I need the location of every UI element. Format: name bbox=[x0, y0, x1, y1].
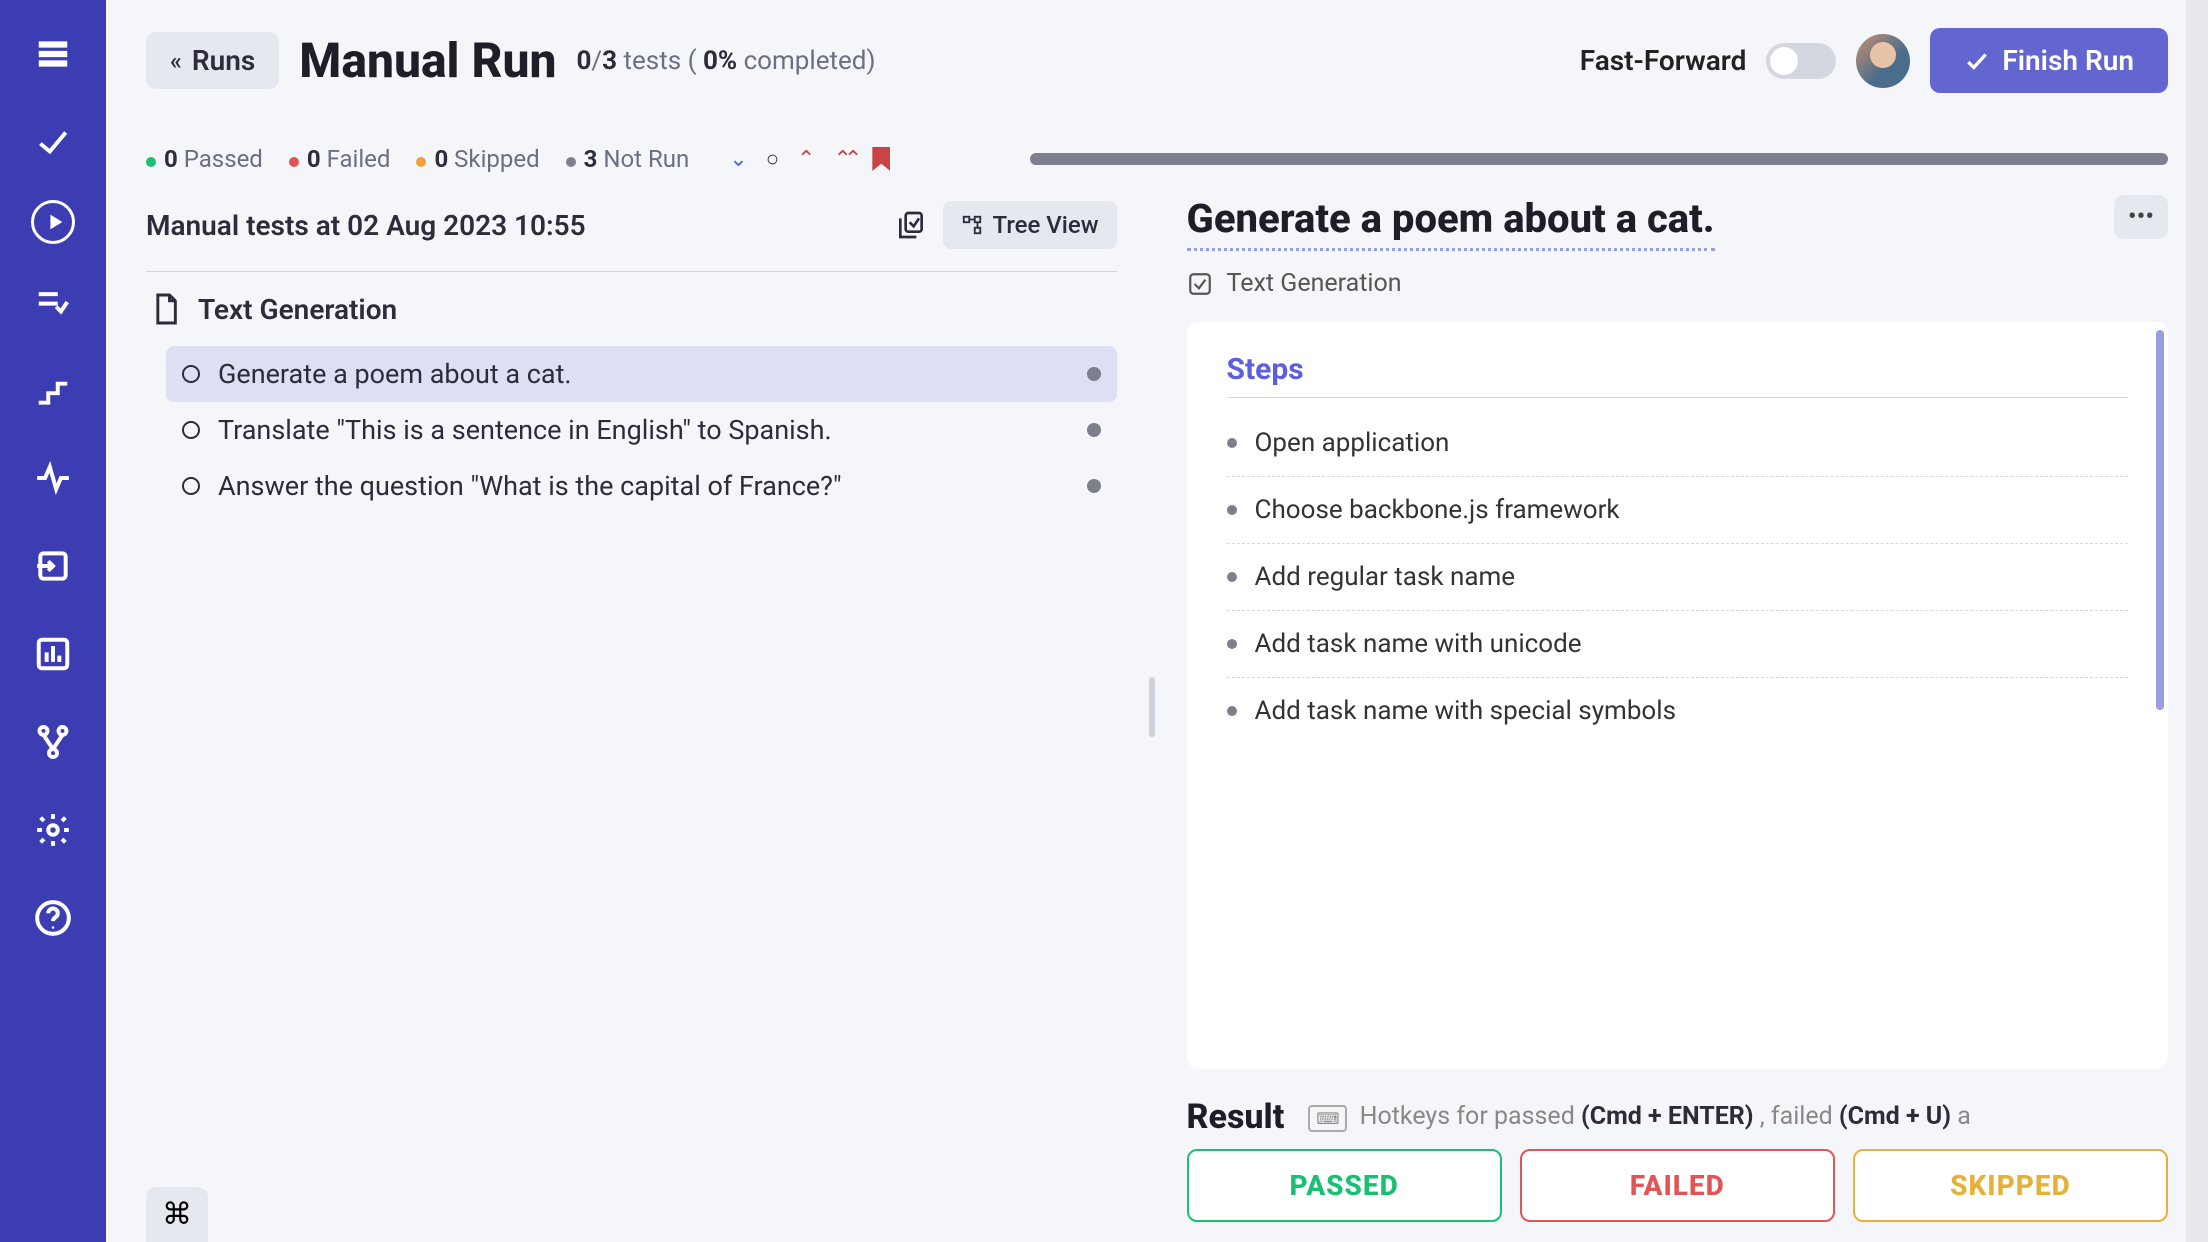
play-icon[interactable] bbox=[31, 200, 75, 244]
double-chevron-up-icon[interactable]: ⌃⌃ bbox=[833, 147, 854, 172]
test-item[interactable]: Answer the question "What is the capital… bbox=[166, 458, 1117, 514]
checkbox-icon bbox=[1187, 271, 1213, 297]
status-circle-icon bbox=[182, 365, 200, 383]
gear-icon[interactable] bbox=[23, 800, 83, 860]
content: Manual tests at 02 Aug 2023 10:55 Tree V… bbox=[106, 191, 2208, 1242]
menu-icon[interactable] bbox=[23, 24, 83, 84]
step-item[interactable]: Add task name with unicode bbox=[1227, 611, 2128, 678]
topbar: « Runs Manual Run 0/3 tests ( 0% complet… bbox=[106, 0, 2208, 111]
card-scrollbar[interactable] bbox=[2156, 330, 2164, 710]
test-item[interactable]: Translate "This is a sentence in English… bbox=[166, 402, 1117, 458]
step-item[interactable]: Open application bbox=[1227, 410, 2128, 477]
step-item[interactable]: Choose backbone.js framework bbox=[1227, 477, 2128, 544]
left-pane: Manual tests at 02 Aug 2023 10:55 Tree V… bbox=[146, 191, 1117, 1222]
result-buttons: PASSED FAILED SKIPPED bbox=[1187, 1149, 2168, 1222]
nav-icons: ⌄ ○ ⌃ ⌃⌃ bbox=[729, 146, 890, 172]
step-item[interactable]: Add regular task name bbox=[1227, 544, 2128, 611]
check-icon bbox=[1964, 48, 1990, 74]
test-label: Translate "This is a sentence in English… bbox=[218, 414, 832, 446]
status-circle-icon bbox=[182, 477, 200, 495]
run-title: Manual tests at 02 Aug 2023 10:55 bbox=[146, 209, 586, 242]
circle-icon[interactable]: ○ bbox=[766, 146, 779, 172]
test-count: 0/3 tests ( 0% completed) bbox=[576, 46, 875, 76]
step-item[interactable]: Add task name with special symbols bbox=[1227, 678, 2128, 744]
status-circle-icon bbox=[182, 421, 200, 439]
test-item[interactable]: Generate a poem about a cat. bbox=[166, 346, 1117, 402]
pane-resize-handle[interactable] bbox=[1147, 191, 1157, 1222]
bookmark-icon[interactable] bbox=[872, 147, 890, 171]
stats-bar: 0 Passed 0 Failed 0 Skipped 3 Not Run ⌄ … bbox=[106, 111, 2208, 191]
copy-icon[interactable] bbox=[895, 209, 927, 241]
status-dot-icon bbox=[1087, 479, 1101, 493]
help-icon[interactable] bbox=[23, 888, 83, 948]
detail-title[interactable]: Generate a poem about a cat. bbox=[1187, 195, 1715, 251]
tree-view-button[interactable]: Tree View bbox=[943, 201, 1117, 249]
fast-forward-toggle[interactable] bbox=[1766, 43, 1836, 79]
category-label: Text Generation bbox=[198, 293, 397, 326]
category-row[interactable]: Text Generation bbox=[146, 272, 1117, 346]
steps-card: Steps Open application Choose backbone.j… bbox=[1187, 322, 2168, 1069]
status-dot-icon bbox=[1087, 367, 1101, 381]
chart-icon[interactable] bbox=[23, 624, 83, 684]
status-dot-icon bbox=[1087, 423, 1101, 437]
detail-category: Text Generation bbox=[1187, 251, 2168, 322]
sidebar bbox=[0, 0, 106, 1242]
main: « Runs Manual Run 0/3 tests ( 0% complet… bbox=[106, 0, 2208, 1242]
stairs-icon[interactable] bbox=[23, 360, 83, 420]
import-icon[interactable] bbox=[23, 536, 83, 596]
checklist-icon[interactable] bbox=[23, 272, 83, 332]
back-label: Runs bbox=[192, 44, 255, 77]
activity-icon[interactable] bbox=[23, 448, 83, 508]
right-pane: Generate a poem about a cat. ••• Text Ge… bbox=[1187, 191, 2168, 1222]
file-icon bbox=[152, 292, 180, 326]
test-label: Answer the question "What is the capital… bbox=[218, 470, 842, 502]
finish-label: Finish Run bbox=[2002, 44, 2134, 77]
more-button[interactable]: ••• bbox=[2114, 195, 2168, 239]
test-label: Generate a poem about a cat. bbox=[218, 358, 572, 390]
branch-icon[interactable] bbox=[23, 712, 83, 772]
fast-forward-label: Fast-Forward bbox=[1580, 44, 1747, 77]
chevron-down-icon[interactable]: ⌄ bbox=[729, 147, 747, 172]
result-title: Result bbox=[1187, 1097, 1285, 1137]
steps-title: Steps bbox=[1227, 352, 2128, 398]
page-title: Manual Run bbox=[299, 32, 556, 89]
progress-bar bbox=[1030, 153, 2168, 165]
back-button[interactable]: « Runs bbox=[146, 32, 279, 89]
avatar[interactable] bbox=[1856, 34, 1910, 88]
chevron-up-icon[interactable]: ⌃ bbox=[797, 147, 815, 172]
skipped-button[interactable]: SKIPPED bbox=[1853, 1149, 2168, 1222]
test-list: Generate a poem about a cat. Translate "… bbox=[146, 346, 1117, 514]
result-row: Result ⌨ Hotkeys for passed (Cmd + ENTER… bbox=[1187, 1069, 2168, 1149]
finish-run-button[interactable]: Finish Run bbox=[1930, 28, 2168, 93]
tree-icon bbox=[961, 214, 983, 236]
check-icon[interactable] bbox=[23, 112, 83, 172]
command-button[interactable]: ⌘ bbox=[146, 1187, 208, 1242]
keyboard-icon: ⌨ bbox=[1308, 1105, 1347, 1132]
chevron-left-double-icon: « bbox=[170, 47, 182, 75]
passed-button[interactable]: PASSED bbox=[1187, 1149, 1502, 1222]
failed-button[interactable]: FAILED bbox=[1520, 1149, 1835, 1222]
hotkey-text: ⌨ Hotkeys for passed (Cmd + ENTER) , fai… bbox=[1308, 1102, 1971, 1132]
